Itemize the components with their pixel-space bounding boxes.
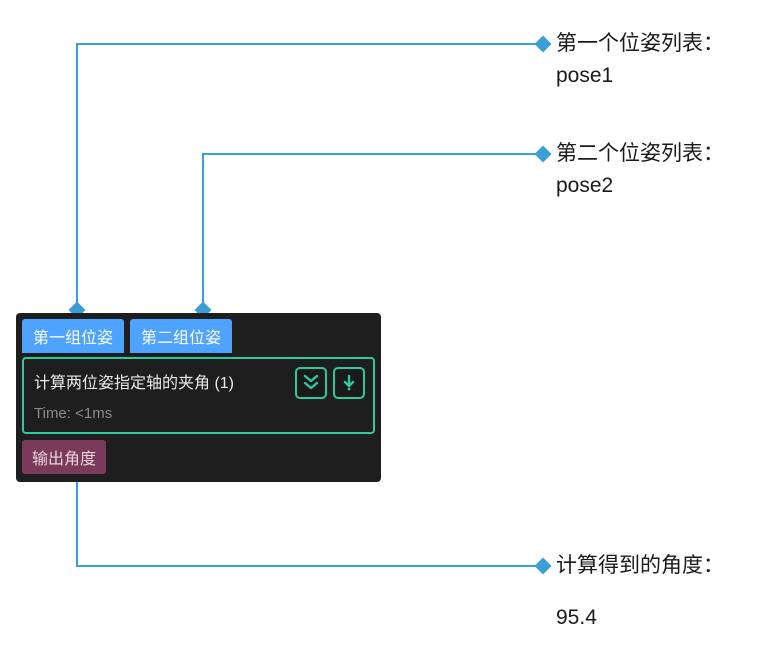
arrow-down-icon (342, 375, 356, 391)
connector-line (202, 153, 204, 309)
annotation-value: 95.4 (556, 602, 724, 634)
annotation-input2: 第二个位姿列表： pose2 (556, 138, 724, 201)
expand-button[interactable] (295, 367, 327, 399)
connector-line (77, 43, 538, 45)
connector-line (203, 153, 538, 155)
annotation-value: pose1 (556, 60, 724, 92)
annotation-input1: 第一个位姿列表： pose1 (556, 28, 724, 91)
compute-node: 第一组位姿 第二组位姿 计算两位姿指定轴的夹角 (1) Time: <1ms 输… (16, 313, 381, 482)
annotation-output: 计算得到的角度： 95.4 (556, 550, 724, 633)
output-port[interactable]: 输出角度 (22, 440, 106, 474)
tab-row: 第一组位姿 第二组位姿 (16, 313, 381, 353)
node-body: 计算两位姿指定轴的夹角 (1) Time: <1ms (22, 357, 375, 434)
connector-line (76, 43, 78, 309)
annotation-value: pose2 (556, 170, 724, 202)
tab-input2[interactable]: 第二组位姿 (130, 319, 232, 353)
tab-input1[interactable]: 第一组位姿 (22, 319, 124, 353)
annotation-label: 第二个位姿列表： (556, 138, 724, 170)
connector-diamond (535, 558, 552, 575)
connector-line (76, 565, 538, 567)
download-button[interactable] (333, 367, 365, 399)
node-time: Time: <1ms (34, 405, 363, 422)
annotation-label: 第一个位姿列表： (556, 28, 724, 60)
double-chevron-down-icon (303, 374, 319, 392)
annotation-label: 计算得到的角度： (556, 550, 724, 582)
icon-group (295, 367, 365, 399)
